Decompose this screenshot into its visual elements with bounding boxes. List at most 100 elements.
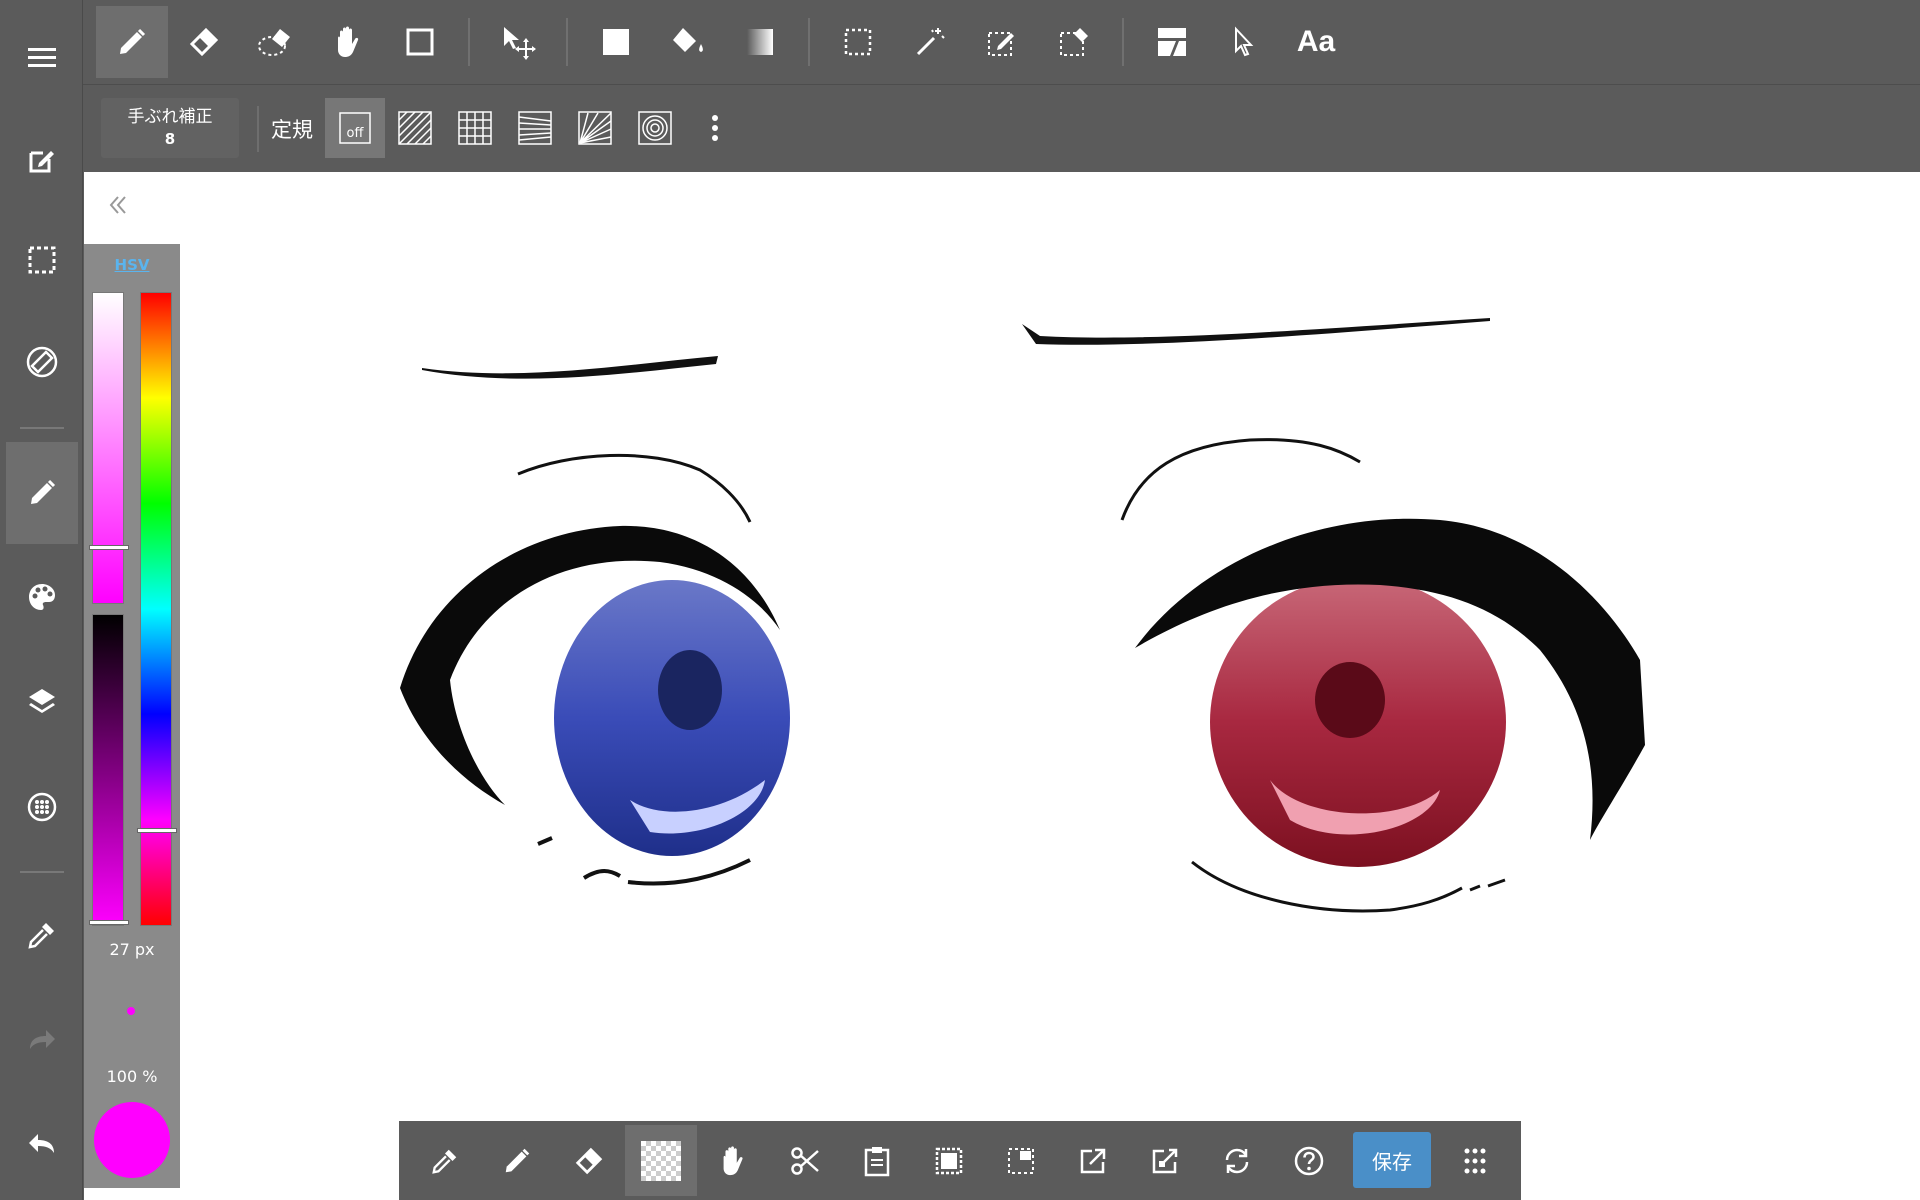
value-slider[interactable]: [89, 614, 129, 926]
transparent-color-button[interactable]: [625, 1125, 697, 1196]
pen-icon: [31, 479, 56, 504]
hue-slider[interactable]: [137, 292, 177, 926]
sidebar-divider: [20, 427, 64, 429]
menu-button[interactable]: [6, 15, 78, 99]
eyedropper-button[interactable]: [6, 893, 78, 977]
ruler-off-button[interactable]: off: [325, 98, 385, 158]
tool-shape[interactable]: [384, 6, 456, 78]
tool-magic-wand[interactable]: [894, 6, 966, 78]
saturation-slider[interactable]: [89, 292, 129, 604]
right-lower-lash: [1191, 860, 1506, 913]
bottom-pen-button[interactable]: [481, 1125, 553, 1196]
paste-button[interactable]: [841, 1125, 913, 1196]
current-color-swatch[interactable]: [94, 1102, 170, 1178]
bottom-eyedropper-button[interactable]: [409, 1125, 481, 1196]
ruler-off-icon: off: [339, 112, 371, 144]
cut-button[interactable]: [769, 1125, 841, 1196]
frame-divider-icon: [1158, 28, 1186, 56]
tool-operation[interactable]: [1208, 6, 1280, 78]
drawing-canvas[interactable]: [84, 172, 1920, 1200]
grid-ruler-button[interactable]: [445, 98, 505, 158]
tool-text[interactable]: Aa: [1280, 6, 1352, 78]
brush-opacity-label[interactable]: 100 %: [84, 1067, 180, 1086]
transparent-color-icon: [641, 1140, 681, 1181]
help-button[interactable]: [1273, 1125, 1345, 1196]
right-pupil: [1315, 662, 1385, 738]
saturation-slider-thumb[interactable]: [89, 545, 129, 551]
tool-move[interactable]: [482, 6, 554, 78]
export-button[interactable]: [1057, 1125, 1129, 1196]
perspective-ruler-icon: [518, 111, 552, 145]
select-all-button[interactable]: [913, 1125, 985, 1196]
tool-bucket[interactable]: [652, 6, 724, 78]
right-eyebrow: [1022, 318, 1490, 345]
tool-hand[interactable]: [312, 6, 384, 78]
selection-button[interactable]: [6, 218, 78, 302]
layers-icon: [29, 689, 55, 713]
stabilizer-label: 手ぶれ補正: [127, 107, 213, 127]
tool-gradient[interactable]: [724, 6, 796, 78]
material-button[interactable]: [6, 765, 78, 849]
palette-button[interactable]: [6, 555, 78, 639]
tool-select-eraser[interactable]: [1038, 6, 1110, 78]
cut-icon: [791, 1146, 819, 1175]
brush-size-preview: [127, 1007, 135, 1015]
tool-lasso-eraser[interactable]: [240, 6, 312, 78]
perspective-ruler-button[interactable]: [505, 98, 565, 158]
bottom-toolbar: 保存: [399, 1121, 1521, 1200]
stabilizer-value: 8: [164, 130, 176, 148]
redo-button[interactable]: [6, 998, 78, 1082]
tool-select-pen[interactable]: [966, 6, 1038, 78]
hand-icon: [338, 26, 359, 57]
edit-canvas-icon: [29, 151, 54, 173]
parallel-ruler-button[interactable]: [385, 98, 445, 158]
artwork: [400, 318, 1645, 913]
stabilizer-control[interactable]: 手ぶれ補正 8: [101, 98, 239, 158]
export-alt-button[interactable]: [1129, 1125, 1201, 1196]
more-options-button[interactable]: [685, 98, 745, 158]
rotate-canvas-button[interactable]: [6, 320, 78, 404]
bottom-eraser-button[interactable]: [553, 1125, 625, 1196]
lasso-eraser-icon: [258, 29, 290, 56]
bucket-icon: [673, 28, 703, 52]
redo-icon: [30, 1030, 55, 1049]
hue-slider-thumb[interactable]: [137, 828, 177, 834]
value-slider-thumb[interactable]: [89, 920, 129, 925]
rotate-canvas-icon: [26, 346, 58, 378]
toolbar-divider: [808, 18, 810, 66]
rotate-button[interactable]: [1201, 1125, 1273, 1196]
layers-button[interactable]: [6, 659, 78, 743]
color-panel: HSV 27 px 100 %: [84, 244, 180, 1188]
subtoolbar-divider: [257, 106, 259, 152]
grid-ruler-icon: [458, 111, 492, 145]
tool-pen[interactable]: [96, 6, 168, 78]
concentric-ruler-button[interactable]: [625, 98, 685, 158]
menu-icon: [28, 48, 56, 67]
eraser-icon: [575, 1147, 603, 1174]
sub-toolbar: 手ぶれ補正 8 定規 off: [83, 86, 1920, 172]
left-pupil: [658, 650, 722, 730]
right-crease: [1120, 438, 1361, 521]
shape-icon: [406, 28, 434, 56]
color-mode-toggle[interactable]: HSV: [84, 256, 180, 274]
sidebar-divider: [20, 871, 64, 873]
radial-ruler-button[interactable]: [565, 98, 625, 158]
select-pen-icon: [988, 32, 1014, 56]
undo-button[interactable]: [6, 1102, 78, 1186]
toolbar-divider: [468, 18, 470, 66]
toolbar-divider: [1122, 18, 1124, 66]
radial-ruler-icon: [578, 111, 612, 145]
edit-canvas-button[interactable]: [6, 118, 78, 202]
deselect-button[interactable]: [985, 1125, 1057, 1196]
apps-grid-button[interactable]: [1439, 1125, 1511, 1196]
parallel-ruler-icon: [398, 111, 432, 145]
brush-size-label[interactable]: 27 px: [84, 940, 180, 959]
pen-mode-button[interactable]: [6, 442, 78, 544]
bottom-hand-button[interactable]: [697, 1125, 769, 1196]
magic-wand-icon: [916, 28, 945, 56]
save-button[interactable]: 保存: [1353, 1132, 1431, 1188]
tool-fill[interactable]: [580, 6, 652, 78]
tool-eraser[interactable]: [168, 6, 240, 78]
tool-select-rect[interactable]: [822, 6, 894, 78]
tool-frame-divider[interactable]: [1136, 6, 1208, 78]
